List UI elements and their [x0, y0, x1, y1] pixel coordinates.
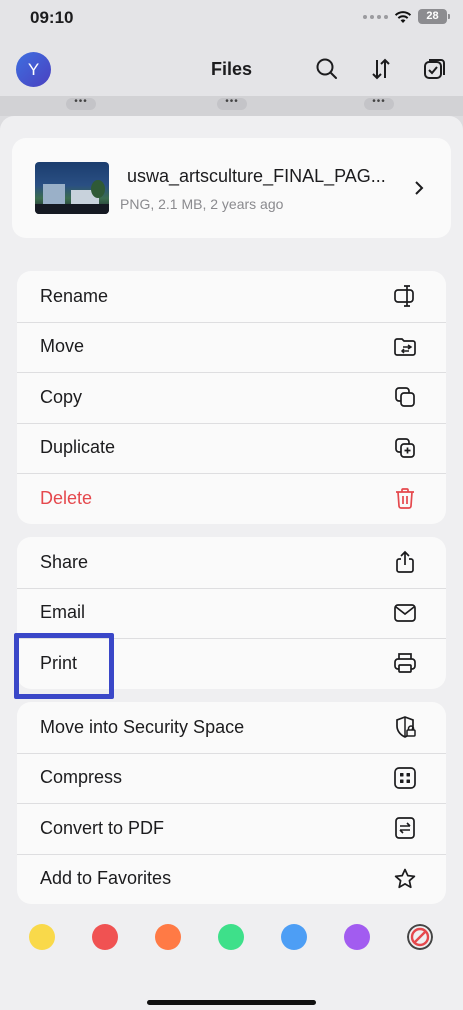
security-space-label: Move into Security Space [40, 716, 245, 737]
add-favorites-label: Add to Favorites [40, 868, 172, 889]
color-tag-purple[interactable] [344, 924, 370, 950]
email-button[interactable]: Email [17, 587, 446, 639]
file-thumbnail [35, 162, 109, 214]
security-space-button[interactable]: Move into Security Space [17, 702, 446, 753]
search-icon[interactable] [314, 56, 340, 82]
cellular-icon [363, 14, 388, 19]
print-label: Print [40, 652, 78, 673]
color-tag-blue[interactable] [281, 924, 307, 950]
share-icon [396, 550, 414, 573]
mail-icon [394, 603, 416, 622]
move-button[interactable]: Move [17, 321, 446, 373]
add-favorites-button[interactable]: Add to Favorites [17, 853, 446, 905]
convert-icon [395, 817, 415, 839]
sort-icon[interactable] [368, 56, 394, 82]
duplicate-button[interactable]: Duplicate [17, 422, 446, 474]
share-button[interactable]: Share [17, 537, 446, 588]
more-icon: ••• [217, 97, 247, 110]
delete-button[interactable]: Delete [17, 473, 446, 524]
battery-icon: 28 [418, 9, 450, 24]
color-tag-green[interactable] [218, 924, 244, 950]
chevron-right-icon [415, 181, 424, 195]
color-tag-red[interactable] [92, 924, 118, 950]
more-icon: ••• [66, 97, 96, 110]
app-header: Y Files [0, 40, 463, 98]
color-tag-yellow[interactable] [29, 924, 55, 950]
copy-button[interactable]: Copy [17, 372, 446, 423]
email-label: Email [40, 602, 86, 623]
share-label: Share [40, 551, 89, 572]
clear-tag-icon[interactable] [407, 924, 433, 950]
print-button[interactable]: Print [17, 638, 446, 689]
duplicate-icon [395, 437, 415, 458]
wifi-icon [394, 10, 412, 23]
move-label: Move [40, 336, 85, 357]
file-name: uswa_artsculture_FINAL_PAG... [127, 166, 386, 186]
actions-group-edit: Rename Move Copy Duplicate Delete [17, 271, 446, 524]
file-meta: PNG, 2.1 MB, 2 years ago [120, 196, 284, 212]
rename-icon [394, 285, 414, 307]
move-folder-icon [394, 337, 416, 356]
home-indicator [147, 1000, 316, 1005]
status-icons: 28 [363, 9, 450, 24]
printer-icon [394, 653, 416, 673]
copy-icon [395, 387, 415, 407]
star-icon [394, 868, 416, 888]
actions-group-more: Move into Security Space Compress Conver… [17, 702, 446, 904]
delete-label: Delete [40, 487, 93, 508]
select-icon[interactable] [422, 56, 448, 82]
compress-icon [394, 766, 416, 789]
compress-label: Compress [40, 767, 123, 788]
convert-pdf-button[interactable]: Convert to PDF [17, 803, 446, 854]
shield-lock-icon [396, 716, 416, 738]
rename-button[interactable]: Rename [17, 271, 446, 322]
action-sheet: uswa_artsculture_FINAL_PAG... PNG, 2.1 M… [0, 116, 463, 1010]
actions-group-share: Share Email Print [17, 537, 446, 689]
copy-label: Copy [40, 386, 83, 407]
convert-pdf-label: Convert to PDF [40, 817, 165, 838]
status-bar: 09:10 28 [0, 0, 463, 40]
trash-icon [396, 488, 414, 509]
more-icon: ••• [364, 97, 394, 110]
file-info-card[interactable]: uswa_artsculture_FINAL_PAG... PNG, 2.1 M… [12, 138, 451, 238]
compress-button[interactable]: Compress [17, 752, 446, 804]
color-tag-orange[interactable] [155, 924, 181, 950]
duplicate-label: Duplicate [40, 437, 116, 458]
rename-label: Rename [40, 285, 109, 306]
color-tag-bar [29, 924, 434, 950]
status-time: 09:10 [30, 8, 74, 27]
